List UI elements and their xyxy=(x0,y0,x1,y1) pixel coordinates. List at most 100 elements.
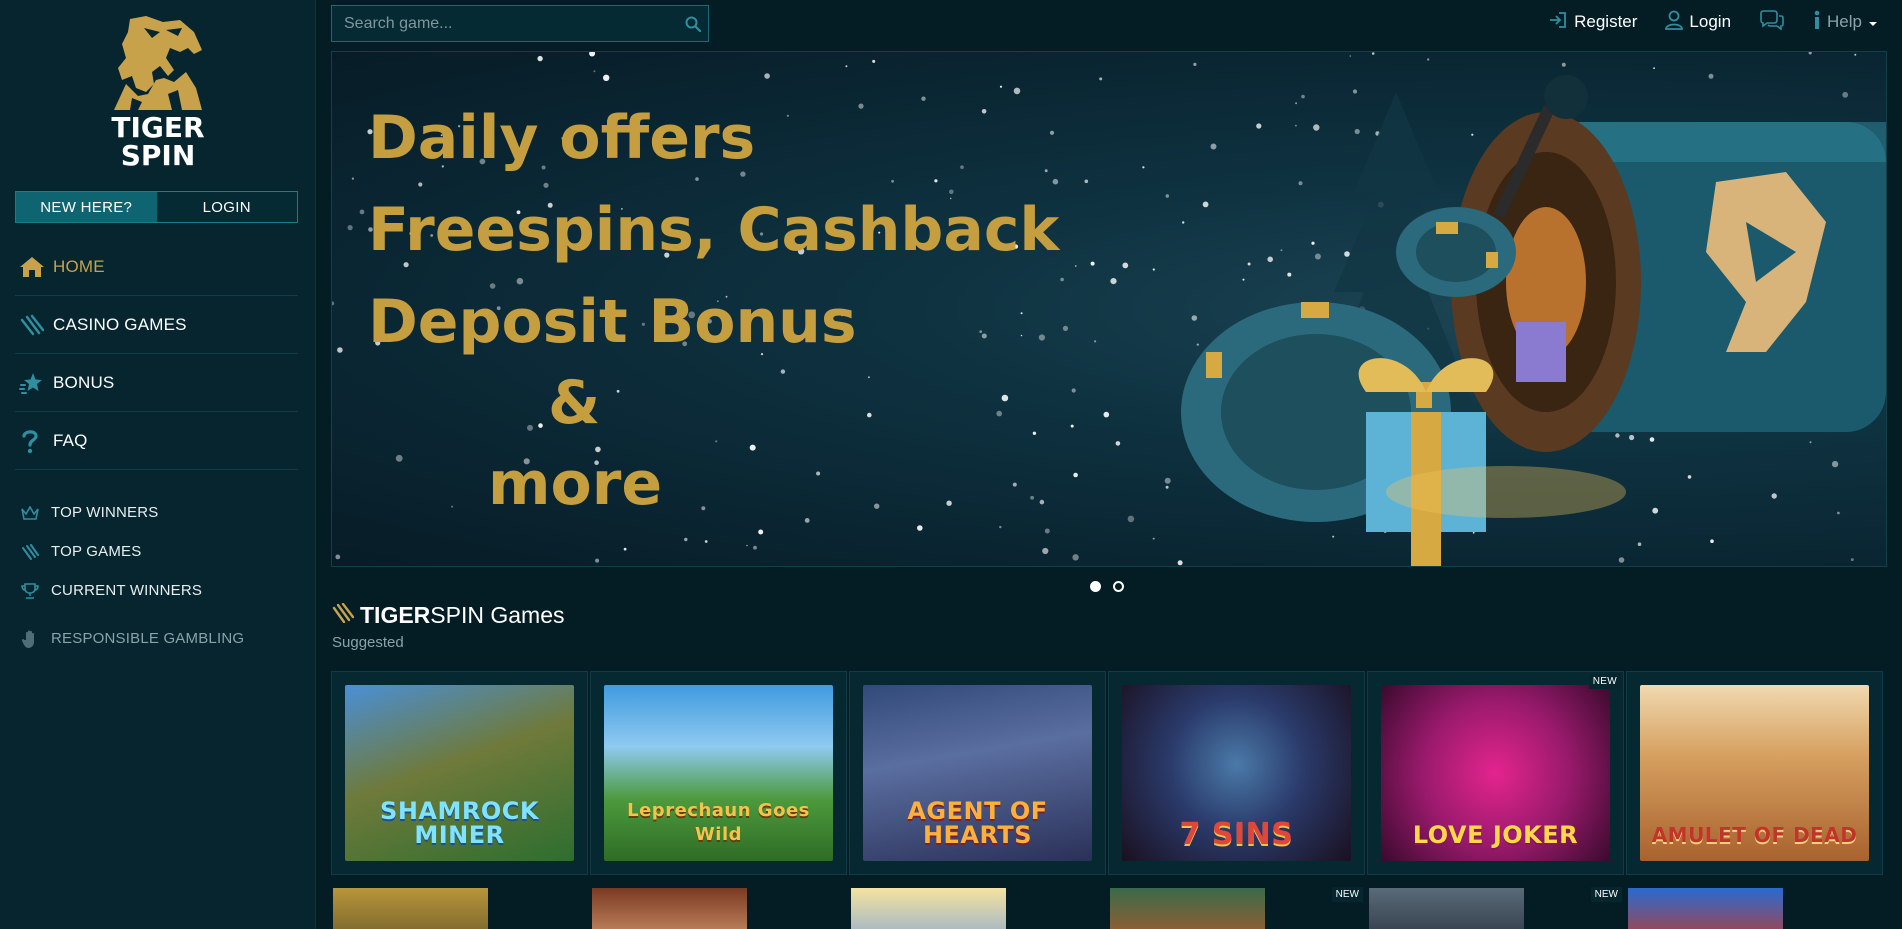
game-tile[interactable] xyxy=(590,878,847,929)
game-thumbnail: AMULET OF DEAD xyxy=(1640,685,1869,861)
search-icon[interactable] xyxy=(678,16,708,32)
banner-line-5: more xyxy=(488,449,663,519)
game-thumbnail xyxy=(592,888,747,929)
game-title-text: Leprechaun Goes Wild xyxy=(627,800,810,845)
game-thumbnail xyxy=(1110,888,1265,929)
game-title-text: SHAMROCK MINER xyxy=(380,797,539,849)
promo-banner[interactable]: Daily offers Freespins, Cashback Deposit… xyxy=(331,51,1887,567)
home-icon xyxy=(15,256,53,278)
snowflake xyxy=(589,52,596,57)
snowflake xyxy=(347,225,353,231)
game-row-1: SHAMROCK MINER Leprechaun Goes Wild AGEN… xyxy=(331,671,1887,875)
snowflake xyxy=(537,55,543,62)
snowflake xyxy=(872,59,876,63)
games-title-rest: SPIN Games xyxy=(430,602,565,628)
snowflake xyxy=(595,558,600,563)
game-tile-amulet-of-dead[interactable]: AMULET OF DEAD xyxy=(1626,671,1883,875)
subnav-item-top-winners[interactable]: TOP WINNERS xyxy=(15,493,298,532)
chat-icon xyxy=(1759,9,1785,35)
game-thumbnail: AGENT OF HEARTS xyxy=(863,685,1092,861)
game-thumbnail xyxy=(1369,888,1524,929)
subnav-label-responsible-gambling: RESPONSIBLE GAMBLING xyxy=(51,630,245,647)
subnav-item-responsible-gambling[interactable]: RESPONSIBLE GAMBLING xyxy=(15,619,298,658)
games-section-header: TIGERSPIN Games xyxy=(332,602,565,629)
register-label: Register xyxy=(1574,12,1638,31)
banner-line-4: & xyxy=(548,368,601,438)
game-tile-love-joker[interactable]: LOVE JOKER NEW xyxy=(1367,671,1624,875)
snowflake xyxy=(337,347,343,353)
snowflake xyxy=(593,70,596,73)
nav-item-bonus[interactable]: BONUS xyxy=(15,354,298,412)
subnav-item-current-winners[interactable]: CURRENT WINNERS xyxy=(15,571,298,610)
game-row-2: NEW NEW xyxy=(331,878,1883,929)
snowflake xyxy=(623,547,627,551)
sidebar-login-button[interactable]: LOGIN xyxy=(156,192,297,222)
game-tile-7-sins[interactable]: 7 SINS xyxy=(1108,671,1365,875)
game-tile[interactable] xyxy=(1626,878,1883,929)
search-box xyxy=(331,5,709,42)
game-grid: SHAMROCK MINER Leprechaun Goes Wild AGEN… xyxy=(331,671,1887,929)
snowflake xyxy=(351,177,354,180)
logo-text-spin: SPIN xyxy=(120,139,196,172)
help-label: Help xyxy=(1827,12,1862,31)
new-badge: NEW xyxy=(1590,887,1622,902)
top-nav: Register Login Help xyxy=(1548,9,1878,35)
new-here-button[interactable]: NEW HERE? xyxy=(16,192,157,222)
carousel-dot-2[interactable] xyxy=(1113,581,1124,592)
carousel-dot-1[interactable] xyxy=(1090,581,1101,592)
tigerspin-logo[interactable]: TIGER SPIN xyxy=(100,14,216,172)
game-thumbnail: LOVE JOKER xyxy=(1381,685,1610,861)
nav-item-home[interactable]: HOME xyxy=(15,238,298,296)
games-title: TIGERSPIN Games xyxy=(360,602,565,629)
main-nav: HOME CASINO GAMES BONUS FAQ xyxy=(15,238,298,470)
snowflake xyxy=(789,567,791,568)
sidebar: TIGER SPIN NEW HERE? LOGIN HOME CASINO G… xyxy=(0,0,316,929)
game-tile[interactable] xyxy=(331,878,588,929)
subnav-label-current-winners: CURRENT WINNERS xyxy=(51,582,203,599)
game-tile-leprechaun-goes-wild[interactable]: Leprechaun Goes Wild xyxy=(590,671,847,875)
subnav-label-top-winners: TOP WINNERS xyxy=(51,504,159,521)
banner-headline: Daily offers Freespins, Cashback Deposit… xyxy=(368,92,1059,530)
game-title-text: 7 SINS xyxy=(1179,817,1294,852)
user-icon xyxy=(1665,10,1684,35)
app-root: TIGER SPIN NEW HERE? LOGIN HOME CASINO G… xyxy=(0,0,1902,929)
nav-item-faq[interactable]: FAQ xyxy=(15,412,298,470)
game-tile[interactable] xyxy=(849,878,1106,929)
game-tile[interactable]: NEW xyxy=(1108,878,1365,929)
snowflake xyxy=(746,544,748,547)
game-title-text: AMULET OF DEAD xyxy=(1651,823,1858,847)
game-thumbnail: 7 SINS xyxy=(1122,685,1351,861)
nav-label-bonus: BONUS xyxy=(53,372,115,392)
snowflake xyxy=(335,554,341,560)
snowflake xyxy=(684,537,688,542)
game-tile-shamrock-miner[interactable]: SHAMROCK MINER xyxy=(331,671,588,875)
game-thumbnail: Leprechaun Goes Wild xyxy=(604,685,833,861)
question-icon xyxy=(15,428,53,454)
snowflake xyxy=(845,65,848,68)
snowflake xyxy=(999,85,1003,88)
auth-toggle: NEW HERE? LOGIN xyxy=(15,191,298,223)
snowflake xyxy=(1042,547,1049,555)
game-title-text: LOVE JOKER xyxy=(1412,821,1579,849)
sign-in-icon xyxy=(1548,11,1568,34)
search-input[interactable] xyxy=(344,14,678,33)
game-tile-agent-of-hearts[interactable]: AGENT OF HEARTS xyxy=(849,671,1106,875)
nav-label-casino-games: CASINO GAMES xyxy=(53,314,187,334)
subnav-label-top-games: TOP GAMES xyxy=(51,543,142,560)
logo-text-tiger: TIGER xyxy=(111,111,205,144)
snowflake xyxy=(758,529,764,535)
register-link[interactable]: Register xyxy=(1548,11,1637,34)
login-link[interactable]: Login xyxy=(1665,10,1731,35)
claw-icon xyxy=(15,543,51,560)
trophy-icon xyxy=(15,582,51,599)
subnav-item-top-games[interactable]: TOP GAMES xyxy=(15,532,298,571)
chat-button[interactable] xyxy=(1759,9,1785,35)
crown-icon xyxy=(15,505,51,520)
snowflake xyxy=(764,73,770,79)
help-menu[interactable]: Help xyxy=(1813,10,1878,35)
snowflake xyxy=(753,545,757,550)
nav-item-casino-games[interactable]: CASINO GAMES xyxy=(15,296,298,354)
snowflake xyxy=(332,301,335,306)
game-tile[interactable]: NEW xyxy=(1367,878,1624,929)
claw-icon xyxy=(15,314,53,336)
